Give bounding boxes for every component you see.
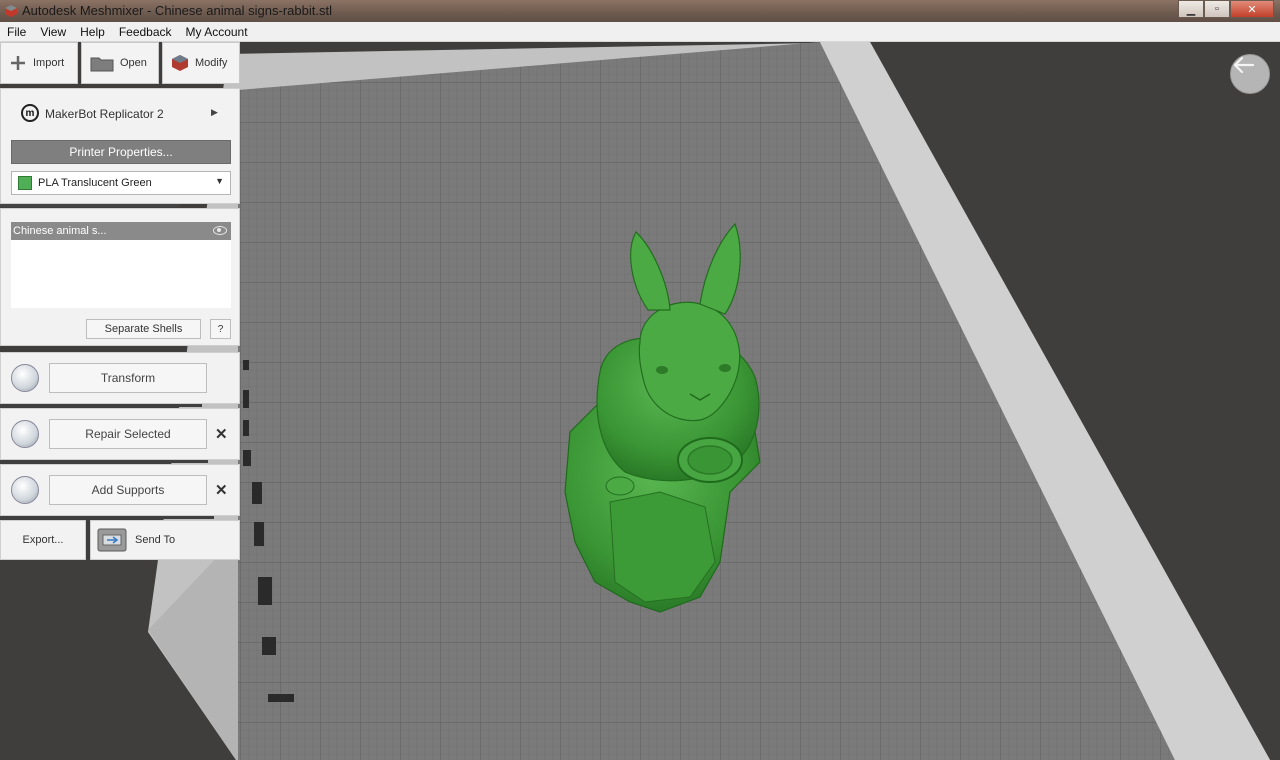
supports-sphere-icon <box>11 476 39 504</box>
transform-tool: Transform <box>0 352 240 404</box>
makerbot-logo-icon: m <box>21 104 39 122</box>
transform-button[interactable]: Transform <box>49 363 207 393</box>
title-bar: Autodesk Meshmixer - Chinese animal sign… <box>0 0 1280 22</box>
modify-label: Modify <box>195 57 228 69</box>
menu-my-account[interactable]: My Account <box>179 25 255 39</box>
printer-expand-arrow-icon[interactable]: ▶ <box>211 107 218 118</box>
repair-sphere-icon <box>11 420 39 448</box>
object-list-item[interactable]: Chinese animal s... <box>11 222 231 240</box>
tool-divider <box>0 516 214 519</box>
transform-gizmo-icon <box>11 364 39 392</box>
wrench-icon[interactable]: ✕ <box>215 481 228 499</box>
open-label: Open <box>120 57 147 69</box>
cube-icon <box>172 55 188 71</box>
back-arrow-icon <box>1233 56 1255 74</box>
help-button[interactable]: ? <box>210 319 231 339</box>
material-color-swatch <box>18 176 32 190</box>
tool-divider <box>0 404 202 407</box>
folder-icon <box>90 57 114 72</box>
add-supports-button[interactable]: Add Supports <box>49 475 207 505</box>
menu-help[interactable]: Help <box>73 25 112 39</box>
export-button[interactable]: Export... <box>0 520 86 560</box>
plus-icon <box>11 56 25 70</box>
close-button[interactable]: ✕ <box>1230 0 1274 18</box>
repair-selected-button[interactable]: Repair Selected <box>49 419 207 449</box>
import-button[interactable]: Import <box>0 42 78 84</box>
material-label: PLA Translucent Green <box>38 177 152 189</box>
eye-icon[interactable] <box>213 226 227 235</box>
printer-device-icon <box>97 528 127 552</box>
printer-properties-button[interactable]: Printer Properties... <box>11 140 231 164</box>
send-to-label: Send To <box>135 534 176 546</box>
objects-panel: Chinese animal s... Separate Shells ? <box>0 208 240 346</box>
maximize-button[interactable]: ▫ <box>1204 0 1230 18</box>
tool-divider <box>0 460 208 463</box>
send-to-button[interactable]: Send To <box>90 520 240 560</box>
menu-view[interactable]: View <box>33 25 73 39</box>
supports-tool: Add Supports ✕ <box>0 464 240 516</box>
repair-tool: Repair Selected ✕ <box>0 408 240 460</box>
object-name: Chinese animal s... <box>13 225 107 237</box>
menu-bar: File View Help Feedback My Account <box>0 22 1280 42</box>
app-logo-icon <box>5 5 17 17</box>
wrench-icon[interactable]: ✕ <box>215 425 228 443</box>
open-button[interactable]: Open <box>81 42 159 84</box>
material-select[interactable]: PLA Translucent Green ▼ <box>11 171 231 195</box>
printer-name[interactable]: MakerBot Replicator 2 <box>45 107 164 121</box>
modify-button[interactable]: Modify <box>162 42 240 84</box>
menu-file[interactable]: File <box>0 25 33 39</box>
printer-panel: m MakerBot Replicator 2 ▶ Printer Proper… <box>0 88 240 204</box>
minimize-button[interactable]: ▁ <box>1178 0 1204 18</box>
panel-divider-strip <box>0 204 180 207</box>
back-arrow-button[interactable] <box>1230 54 1270 94</box>
object-list <box>11 240 231 308</box>
menu-feedback[interactable]: Feedback <box>112 25 179 39</box>
import-label: Import <box>33 57 65 69</box>
chevron-down-icon: ▼ <box>215 176 224 186</box>
window-title: Autodesk Meshmixer - Chinese animal sign… <box>22 3 332 18</box>
separate-shells-button[interactable]: Separate Shells <box>86 319 201 339</box>
window-controls: ▁ ▫ ✕ <box>1178 0 1274 18</box>
